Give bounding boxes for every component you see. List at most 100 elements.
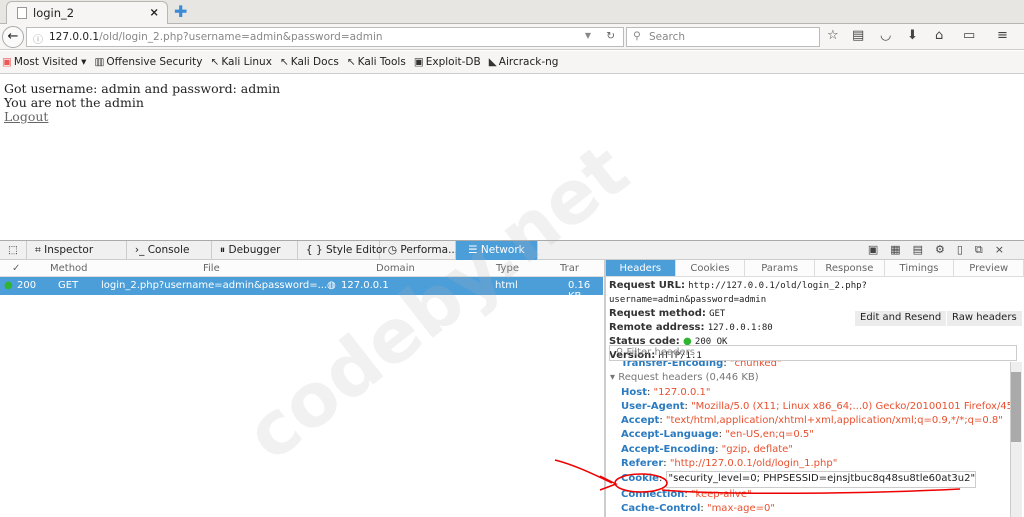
page-icon [17,7,27,19]
header-row[interactable]: Cache-Control: "max-age=0" [606,502,1010,516]
bookmark-kali-linux[interactable]: ↖ Kali Linux [211,56,272,73]
request-row[interactable]: ● 200 GET login_2.php?username=admin&pas… [0,277,603,302]
header-key: Connection [621,488,685,500]
reload-icon[interactable]: ↻ [606,30,615,42]
menu-icon[interactable]: ≡ [997,28,1008,43]
header-key: Accept-Language [621,429,719,441]
header-row[interactable]: Accept-Encoding: "gzip, deflate" [606,443,1010,457]
url-host: 127.0.0.1 [49,31,100,43]
header-value: "en-US,en;q=0.5" [725,429,814,441]
bookmark-aircrack-ng[interactable]: ◣ Aircrack-ng [489,56,559,73]
row-type: html [495,280,518,291]
remote-address: 127.0.0.1:80 [707,323,773,333]
download-icon[interactable]: ⬇ [907,28,918,43]
scrollbar-thumb[interactable] [1011,372,1021,442]
tab-title: login_2 [33,6,75,20]
tab-debugger[interactable]: ⏸ Debugger [212,241,298,260]
screen-icon[interactable]: ▭ [963,28,975,43]
header-value: "keep-alive" [690,488,752,500]
bookmark-kali-tools[interactable]: ↖ Kali Tools [347,56,406,73]
tab-params[interactable]: Params [745,260,816,276]
request-headers-group[interactable]: ▾ Request headers (0,446 KB) [606,371,1010,385]
tab-response[interactable]: Response [815,260,885,276]
header-value: "gzip, deflate" [721,443,793,455]
tab-inspector[interactable]: ⌗ Inspector [27,241,127,260]
search-placeholder: Search [649,31,686,43]
header-value: "text/html,application/xhtml+xml,applica… [665,415,1003,427]
search-input[interactable]: ⚲ Search [626,27,820,47]
detail-tabs: Headers Cookies Params Response Timings … [606,260,1024,277]
header-value: "max-age=0" [706,502,775,514]
header-row[interactable]: User-Agent: "Mozilla/5.0 (X11; Linux x86… [606,400,1010,414]
header-key: Referer [621,458,664,470]
bookmark-star-icon[interactable]: ☆ [827,28,839,43]
col-method[interactable]: Method [50,263,88,274]
header-row[interactable]: Host: "127.0.0.1" [606,386,1010,400]
tab-style-editor[interactable]: { } Style Editor [298,241,387,260]
network-columns: ✓ Method File Domain Type Trar [0,260,605,277]
new-tab-button[interactable]: ✚ [174,2,187,21]
url-path: /old/login_2.php?username=admin&password… [99,31,383,43]
header-key: Cookie [621,473,659,485]
tab-console[interactable]: ›_ Console [127,241,212,260]
bookmarks-bar: ▣ Most Visited ▾ ▥ Offensive Security ↖ Kal… [0,51,1024,74]
tab-cookies[interactable]: Cookies [676,260,746,276]
header-key: Host [621,386,647,398]
header-row[interactable]: Accept-Language: "en-US,en;q=0.5" [606,428,1010,442]
bookmark-most-visited[interactable]: ▣ Most Visited ▾ [2,56,86,73]
header-row[interactable]: Connection: "keep-alive" [606,488,1010,502]
filter-headers-input[interactable]: ⚲ Filter headers [609,345,1017,361]
browser-tab[interactable]: login_2 × [6,1,168,24]
tab-strip: login_2 × ✚ [0,0,1024,24]
header-row[interactable]: Accept: "text/html,application/xhtml+xml… [606,414,1010,428]
page-content: Got username: admin and password: admin … [4,82,280,124]
col-status[interactable]: ✓ [12,263,20,274]
pocket-icon[interactable]: ◡ [880,28,891,43]
home-icon[interactable]: ⌂ [935,28,943,43]
tab-timings[interactable]: Timings [885,260,955,276]
globe-icon: ◍ [327,280,336,291]
header-key: Cache-Control [621,502,701,514]
row-status: 200 [17,280,37,291]
header-value: "Mozilla/5.0 (X11; Linux x86_64;...0) Ge… [691,400,1010,412]
bookmark-exploit-db[interactable]: ▣ Exploit-DB [414,56,481,73]
edit-resend-button[interactable]: Edit and Resend [855,311,947,326]
devtools-toolbar: ⬚ ⌗ Inspector ›_ Console ⏸ Debugger { } … [0,240,1024,260]
watermark: codeby.net [230,127,645,478]
raw-headers-button[interactable]: Raw headers [947,311,1022,326]
col-domain[interactable]: Domain [376,263,415,274]
logout-link[interactable]: Logout [4,109,48,124]
tab-headers[interactable]: Headers [606,260,676,276]
back-button[interactable]: ← [2,26,24,48]
element-picker-icon[interactable]: ⬚ [0,241,27,260]
bookmark-offensive-security[interactable]: ▥ Offensive Security [94,56,202,73]
tab-preview[interactable]: Preview [954,260,1024,276]
header-value: "127.0.0.1" [653,386,711,398]
col-file[interactable]: File [203,263,220,274]
headers-list: Transfer-Encoding: "chunked" ▾ Request h… [606,361,1010,517]
bookmark-kali-docs[interactable]: ↖ Kali Docs [280,56,339,73]
col-type[interactable]: Type [496,263,519,274]
reading-list-icon[interactable]: ▤ [852,28,864,43]
status-text: You are not the admin [4,95,144,110]
request-method: GET [709,309,726,319]
search-icon: ⚲ [616,347,624,358]
result-text: Got username: admin and password: admin [4,81,281,96]
status-dot-icon: ● [4,280,13,291]
tab-performance[interactable]: ◷ Performa... [380,241,458,260]
search-icon: ⚲ [633,30,641,42]
dropdown-icon[interactable]: ▼ [585,31,591,40]
header-key: Accept-Encoding [621,443,716,455]
nav-bar: ← ⓘ 127.0.0.1/old/login_2.php?username=ad… [0,24,1024,50]
tab-network[interactable]: ☰ Network [455,241,538,260]
row-domain: 127.0.0.1 [341,280,389,291]
info-icon[interactable]: ⓘ [33,31,43,46]
header-row[interactable]: Referer: "http://127.0.0.1/old/login_1.p… [606,457,1010,471]
col-transferred[interactable]: Trar [560,263,579,274]
url-bar[interactable]: ⓘ 127.0.0.1/old/login_2.php?username=admi… [26,27,624,47]
close-tab-icon[interactable]: × [149,5,159,19]
devtools-window-controls[interactable]: ▣▦▤⚙▯⧉× [860,241,1024,259]
header-value: "http://127.0.0.1/old/login_1.php" [669,458,838,470]
header-value: "security_level=0; PHPSESSID=ejnsjtbuc8q… [665,471,976,488]
header-row[interactable]: Cookie: "security_level=0; PHPSESSID=ejn… [606,471,1010,488]
